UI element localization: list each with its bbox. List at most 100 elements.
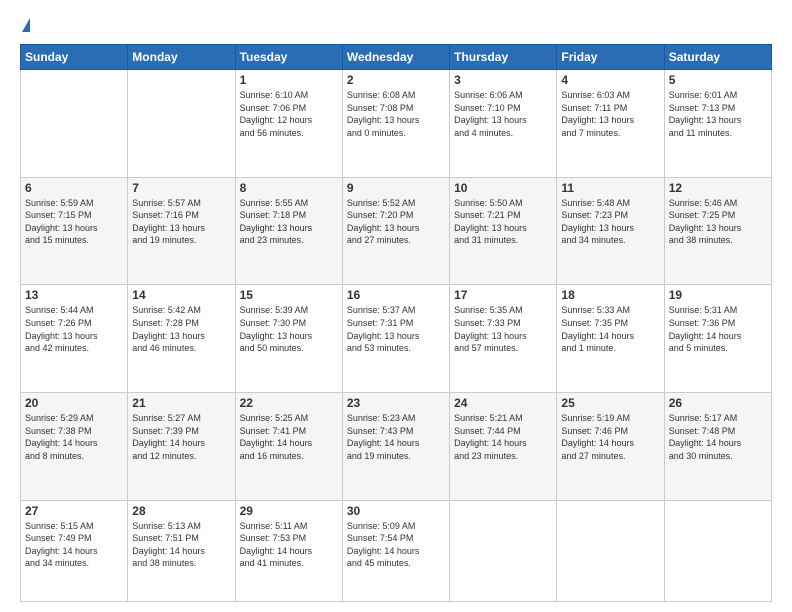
page: SundayMondayTuesdayWednesdayThursdayFrid… [0, 0, 792, 612]
day-cell [128, 70, 235, 178]
day-number: 27 [25, 504, 123, 518]
day-number: 20 [25, 396, 123, 410]
day-number: 7 [132, 181, 230, 195]
day-number: 14 [132, 288, 230, 302]
day-info: Sunrise: 6:03 AM Sunset: 7:11 PM Dayligh… [561, 89, 659, 139]
day-number: 22 [240, 396, 338, 410]
col-header-tuesday: Tuesday [235, 45, 342, 70]
col-header-monday: Monday [128, 45, 235, 70]
day-cell: 21 Sunrise: 5:27 AM Sunset: 7:39 PM Dayli… [128, 393, 235, 501]
col-header-friday: Friday [557, 45, 664, 70]
day-info: Sunrise: 5:50 AM Sunset: 7:21 PM Dayligh… [454, 197, 552, 247]
day-number: 16 [347, 288, 445, 302]
day-cell: 10 Sunrise: 5:50 AM Sunset: 7:21 PM Dayli… [450, 177, 557, 285]
day-info: Sunrise: 6:08 AM Sunset: 7:08 PM Dayligh… [347, 89, 445, 139]
day-info: Sunrise: 5:09 AM Sunset: 7:54 PM Dayligh… [347, 520, 445, 570]
day-info: Sunrise: 5:42 AM Sunset: 7:28 PM Dayligh… [132, 304, 230, 354]
day-cell: 7 Sunrise: 5:57 AM Sunset: 7:16 PM Daylig… [128, 177, 235, 285]
day-info: Sunrise: 5:57 AM Sunset: 7:16 PM Dayligh… [132, 197, 230, 247]
day-number: 30 [347, 504, 445, 518]
day-cell: 17 Sunrise: 5:35 AM Sunset: 7:33 PM Dayli… [450, 285, 557, 393]
day-info: Sunrise: 5:11 AM Sunset: 7:53 PM Dayligh… [240, 520, 338, 570]
col-header-thursday: Thursday [450, 45, 557, 70]
day-number: 15 [240, 288, 338, 302]
day-info: Sunrise: 5:27 AM Sunset: 7:39 PM Dayligh… [132, 412, 230, 462]
day-cell: 30 Sunrise: 5:09 AM Sunset: 7:54 PM Dayli… [342, 500, 449, 601]
day-cell: 28Sunrise: 5:13 AM Sunset: 7:51 PM Dayli… [128, 500, 235, 601]
day-cell: 9 Sunrise: 5:52 AM Sunset: 7:20 PM Daylig… [342, 177, 449, 285]
day-number: 29 [240, 504, 338, 518]
day-cell: 29 Sunrise: 5:11 AM Sunset: 7:53 PM Dayli… [235, 500, 342, 601]
day-info: Sunrise: 5:35 AM Sunset: 7:33 PM Dayligh… [454, 304, 552, 354]
day-cell: 1 Sunrise: 6:10 AM Sunset: 7:06 PM Daylig… [235, 70, 342, 178]
day-number: 25 [561, 396, 659, 410]
day-cell [450, 500, 557, 601]
day-number: 26 [669, 396, 767, 410]
day-number: 12 [669, 181, 767, 195]
day-info: Sunrise: 5:33 AM Sunset: 7:35 PM Dayligh… [561, 304, 659, 354]
day-number: 28 [132, 504, 230, 518]
day-number: 21 [132, 396, 230, 410]
day-cell [21, 70, 128, 178]
day-info: Sunrise: 5:59 AM Sunset: 7:15 PM Dayligh… [25, 197, 123, 247]
day-info: Sunrise: 5:39 AM Sunset: 7:30 PM Dayligh… [240, 304, 338, 354]
day-info: Sunrise: 6:01 AM Sunset: 7:13 PM Dayligh… [669, 89, 767, 139]
day-cell: 13Sunrise: 5:44 AM Sunset: 7:26 PM Dayli… [21, 285, 128, 393]
day-cell: 14 Sunrise: 5:42 AM Sunset: 7:28 PM Dayli… [128, 285, 235, 393]
day-info: Sunrise: 6:10 AM Sunset: 7:06 PM Dayligh… [240, 89, 338, 139]
day-cell: 12 Sunrise: 5:46 AM Sunset: 7:25 PM Dayli… [664, 177, 771, 285]
day-number: 6 [25, 181, 123, 195]
logo-triangle-icon [22, 18, 30, 32]
day-number: 11 [561, 181, 659, 195]
day-number: 3 [454, 73, 552, 87]
week-row-4: 27 Sunrise: 5:15 AM Sunset: 7:49 PM Dayli… [21, 500, 772, 601]
day-cell: 26 Sunrise: 5:17 AM Sunset: 7:48 PM Dayli… [664, 393, 771, 501]
col-header-saturday: Saturday [664, 45, 771, 70]
day-cell: 20 Sunrise: 5:29 AM Sunset: 7:38 PM Dayli… [21, 393, 128, 501]
day-info: Sunrise: 5:25 AM Sunset: 7:41 PM Dayligh… [240, 412, 338, 462]
calendar-table: SundayMondayTuesdayWednesdayThursdayFrid… [20, 44, 772, 602]
day-info: Sunrise: 5:23 AM Sunset: 7:43 PM Dayligh… [347, 412, 445, 462]
day-info: Sunrise: 5:48 AM Sunset: 7:23 PM Dayligh… [561, 197, 659, 247]
week-row-0: 1 Sunrise: 6:10 AM Sunset: 7:06 PM Daylig… [21, 70, 772, 178]
day-cell: 24 Sunrise: 5:21 AM Sunset: 7:44 PM Dayli… [450, 393, 557, 501]
day-info: Sunrise: 5:19 AM Sunset: 7:46 PM Dayligh… [561, 412, 659, 462]
day-info: Sunrise: 5:15 AM Sunset: 7:49 PM Dayligh… [25, 520, 123, 570]
day-info: Sunrise: 5:46 AM Sunset: 7:25 PM Dayligh… [669, 197, 767, 247]
day-info: Sunrise: 5:37 AM Sunset: 7:31 PM Dayligh… [347, 304, 445, 354]
day-number: 9 [347, 181, 445, 195]
day-number: 4 [561, 73, 659, 87]
day-cell: 4 Sunrise: 6:03 AM Sunset: 7:11 PM Daylig… [557, 70, 664, 178]
day-number: 24 [454, 396, 552, 410]
day-cell: 22 Sunrise: 5:25 AM Sunset: 7:41 PM Dayli… [235, 393, 342, 501]
day-number: 1 [240, 73, 338, 87]
day-cell: 6 Sunrise: 5:59 AM Sunset: 7:15 PM Daylig… [21, 177, 128, 285]
day-cell [557, 500, 664, 601]
header [20, 18, 772, 34]
day-number: 5 [669, 73, 767, 87]
day-cell: 11 Sunrise: 5:48 AM Sunset: 7:23 PM Dayli… [557, 177, 664, 285]
day-cell: 5 Sunrise: 6:01 AM Sunset: 7:13 PM Daylig… [664, 70, 771, 178]
day-cell [664, 500, 771, 601]
day-number: 23 [347, 396, 445, 410]
day-info: Sunrise: 5:55 AM Sunset: 7:18 PM Dayligh… [240, 197, 338, 247]
day-info: Sunrise: 5:29 AM Sunset: 7:38 PM Dayligh… [25, 412, 123, 462]
day-number: 2 [347, 73, 445, 87]
day-info: Sunrise: 5:52 AM Sunset: 7:20 PM Dayligh… [347, 197, 445, 247]
day-info: Sunrise: 5:21 AM Sunset: 7:44 PM Dayligh… [454, 412, 552, 462]
day-cell: 8 Sunrise: 5:55 AM Sunset: 7:18 PM Daylig… [235, 177, 342, 285]
day-number: 8 [240, 181, 338, 195]
day-number: 10 [454, 181, 552, 195]
day-cell: 16 Sunrise: 5:37 AM Sunset: 7:31 PM Dayli… [342, 285, 449, 393]
day-cell: 18Sunrise: 5:33 AM Sunset: 7:35 PM Dayli… [557, 285, 664, 393]
day-info: Sunrise: 6:06 AM Sunset: 7:10 PM Dayligh… [454, 89, 552, 139]
week-row-2: 13Sunrise: 5:44 AM Sunset: 7:26 PM Dayli… [21, 285, 772, 393]
week-row-3: 20 Sunrise: 5:29 AM Sunset: 7:38 PM Dayli… [21, 393, 772, 501]
week-row-1: 6 Sunrise: 5:59 AM Sunset: 7:15 PM Daylig… [21, 177, 772, 285]
day-cell: 27 Sunrise: 5:15 AM Sunset: 7:49 PM Dayli… [21, 500, 128, 601]
day-cell: 2 Sunrise: 6:08 AM Sunset: 7:08 PM Daylig… [342, 70, 449, 178]
day-info: Sunrise: 5:17 AM Sunset: 7:48 PM Dayligh… [669, 412, 767, 462]
day-number: 17 [454, 288, 552, 302]
col-header-sunday: Sunday [21, 45, 128, 70]
col-header-wednesday: Wednesday [342, 45, 449, 70]
